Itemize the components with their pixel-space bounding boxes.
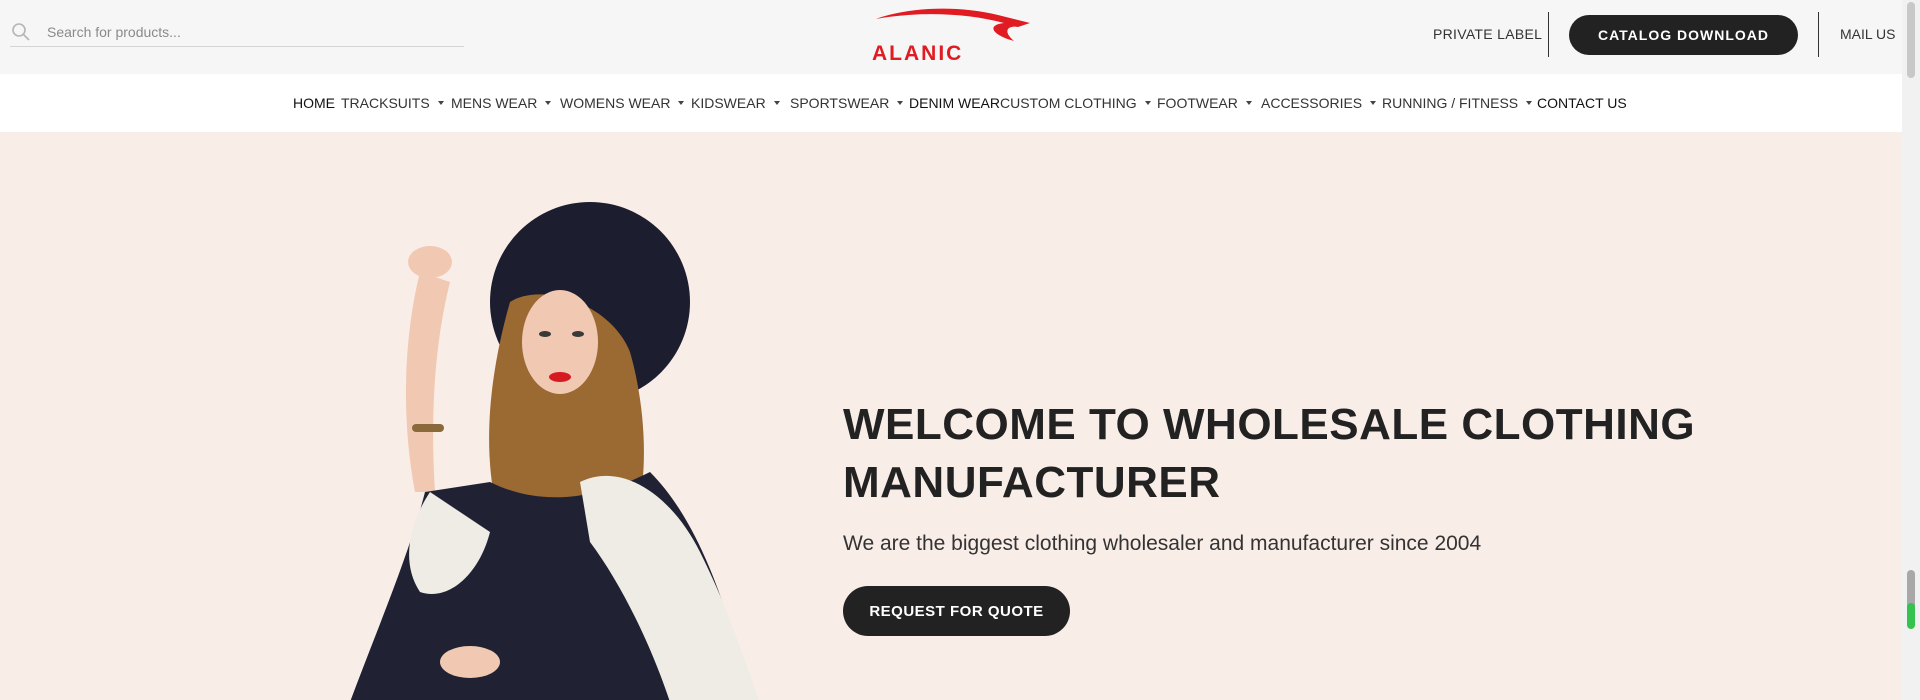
caret-down-icon — [1370, 101, 1377, 105]
caret-down-icon — [545, 101, 552, 105]
hero-title-line-2: MANUFACTURER — [843, 458, 1221, 507]
nav-label: RUNNING / FITNESS — [1382, 95, 1519, 111]
hero-model-image — [350, 202, 760, 700]
nav-item-denim-wear[interactable]: DENIM WEAR — [909, 95, 1000, 111]
scrollbar-thumb[interactable] — [1907, 2, 1915, 78]
search-box[interactable] — [10, 18, 464, 47]
caret-down-icon — [1245, 101, 1252, 105]
nav-label: CUSTOM CLOTHING — [1000, 95, 1137, 111]
caret-down-icon — [678, 101, 685, 105]
catalog-download-button[interactable]: CATALOG DOWNLOAD — [1569, 15, 1798, 55]
nav-item-home[interactable]: HOME — [293, 95, 335, 111]
nav-label: TRACKSUITS — [341, 95, 430, 111]
hero-title: WELCOME TO WHOLESALE CLOTHING MANUFACTUR… — [843, 396, 1743, 512]
caret-down-icon — [437, 101, 444, 105]
main-nav: HOME TRACKSUITS MENS WEAR WOMENS WEAR KI… — [0, 74, 1902, 132]
nav-label: DENIM WEAR — [909, 95, 1000, 111]
search-input[interactable] — [47, 24, 447, 40]
nav-item-sportswear[interactable]: SPORTSWEAR — [790, 95, 904, 111]
nav-item-tracksuits[interactable]: TRACKSUITS — [341, 95, 444, 111]
nav-label: WOMENS WEAR — [560, 95, 671, 111]
hero-banner: WELCOME TO WHOLESALE CLOTHING MANUFACTUR… — [0, 132, 1902, 700]
nav-item-running-fitness[interactable]: RUNNING / FITNESS — [1382, 95, 1533, 111]
nav-label: ACCESSORIES — [1261, 95, 1363, 111]
caret-down-icon — [773, 101, 780, 105]
nav-label: FOOTWEAR — [1157, 95, 1238, 111]
search-icon[interactable] — [10, 21, 32, 43]
caret-down-icon — [897, 101, 904, 105]
nav-item-kidswear[interactable]: KIDSWEAR — [691, 95, 780, 111]
caret-down-icon — [1144, 101, 1151, 105]
nav-item-footwear[interactable]: FOOTWEAR — [1157, 95, 1252, 111]
top-bar: ALANIC PRIVATE LABEL CATALOG DOWNLOAD MA… — [0, 0, 1902, 74]
private-label-link[interactable]: PRIVATE LABEL — [1433, 26, 1542, 42]
nav-label: MENS WEAR — [451, 95, 538, 111]
nav-label: HOME — [293, 95, 335, 111]
divider — [1548, 12, 1549, 57]
request-quote-button[interactable]: REQUEST FOR QUOTE — [843, 586, 1070, 636]
logo[interactable]: ALANIC — [868, 5, 1032, 67]
nav-label: CONTACT US — [1537, 95, 1627, 111]
logo-text: ALANIC — [872, 42, 964, 65]
nav-item-womens-wear[interactable]: WOMENS WEAR — [560, 95, 685, 111]
hero-subtitle: We are the biggest clothing wholesaler a… — [843, 532, 1482, 555]
scrollbar-indicator — [1907, 603, 1915, 629]
nav-label: SPORTSWEAR — [790, 95, 890, 111]
nav-item-accessories[interactable]: ACCESSORIES — [1261, 95, 1377, 111]
mail-us-link[interactable]: MAIL US — [1840, 26, 1896, 42]
scrollbar[interactable] — [1902, 0, 1920, 700]
divider — [1818, 12, 1819, 57]
nav-item-mens-wear[interactable]: MENS WEAR — [451, 95, 552, 111]
nav-item-contact-us[interactable]: CONTACT US — [1537, 95, 1627, 111]
logo-swoosh-icon — [876, 8, 1030, 42]
nav-label: KIDSWEAR — [691, 95, 766, 111]
nav-item-custom-clothing[interactable]: CUSTOM CLOTHING — [1000, 95, 1151, 111]
caret-down-icon — [1526, 101, 1533, 105]
hero-title-line-1: WELCOME TO WHOLESALE CLOTHING — [843, 400, 1696, 449]
